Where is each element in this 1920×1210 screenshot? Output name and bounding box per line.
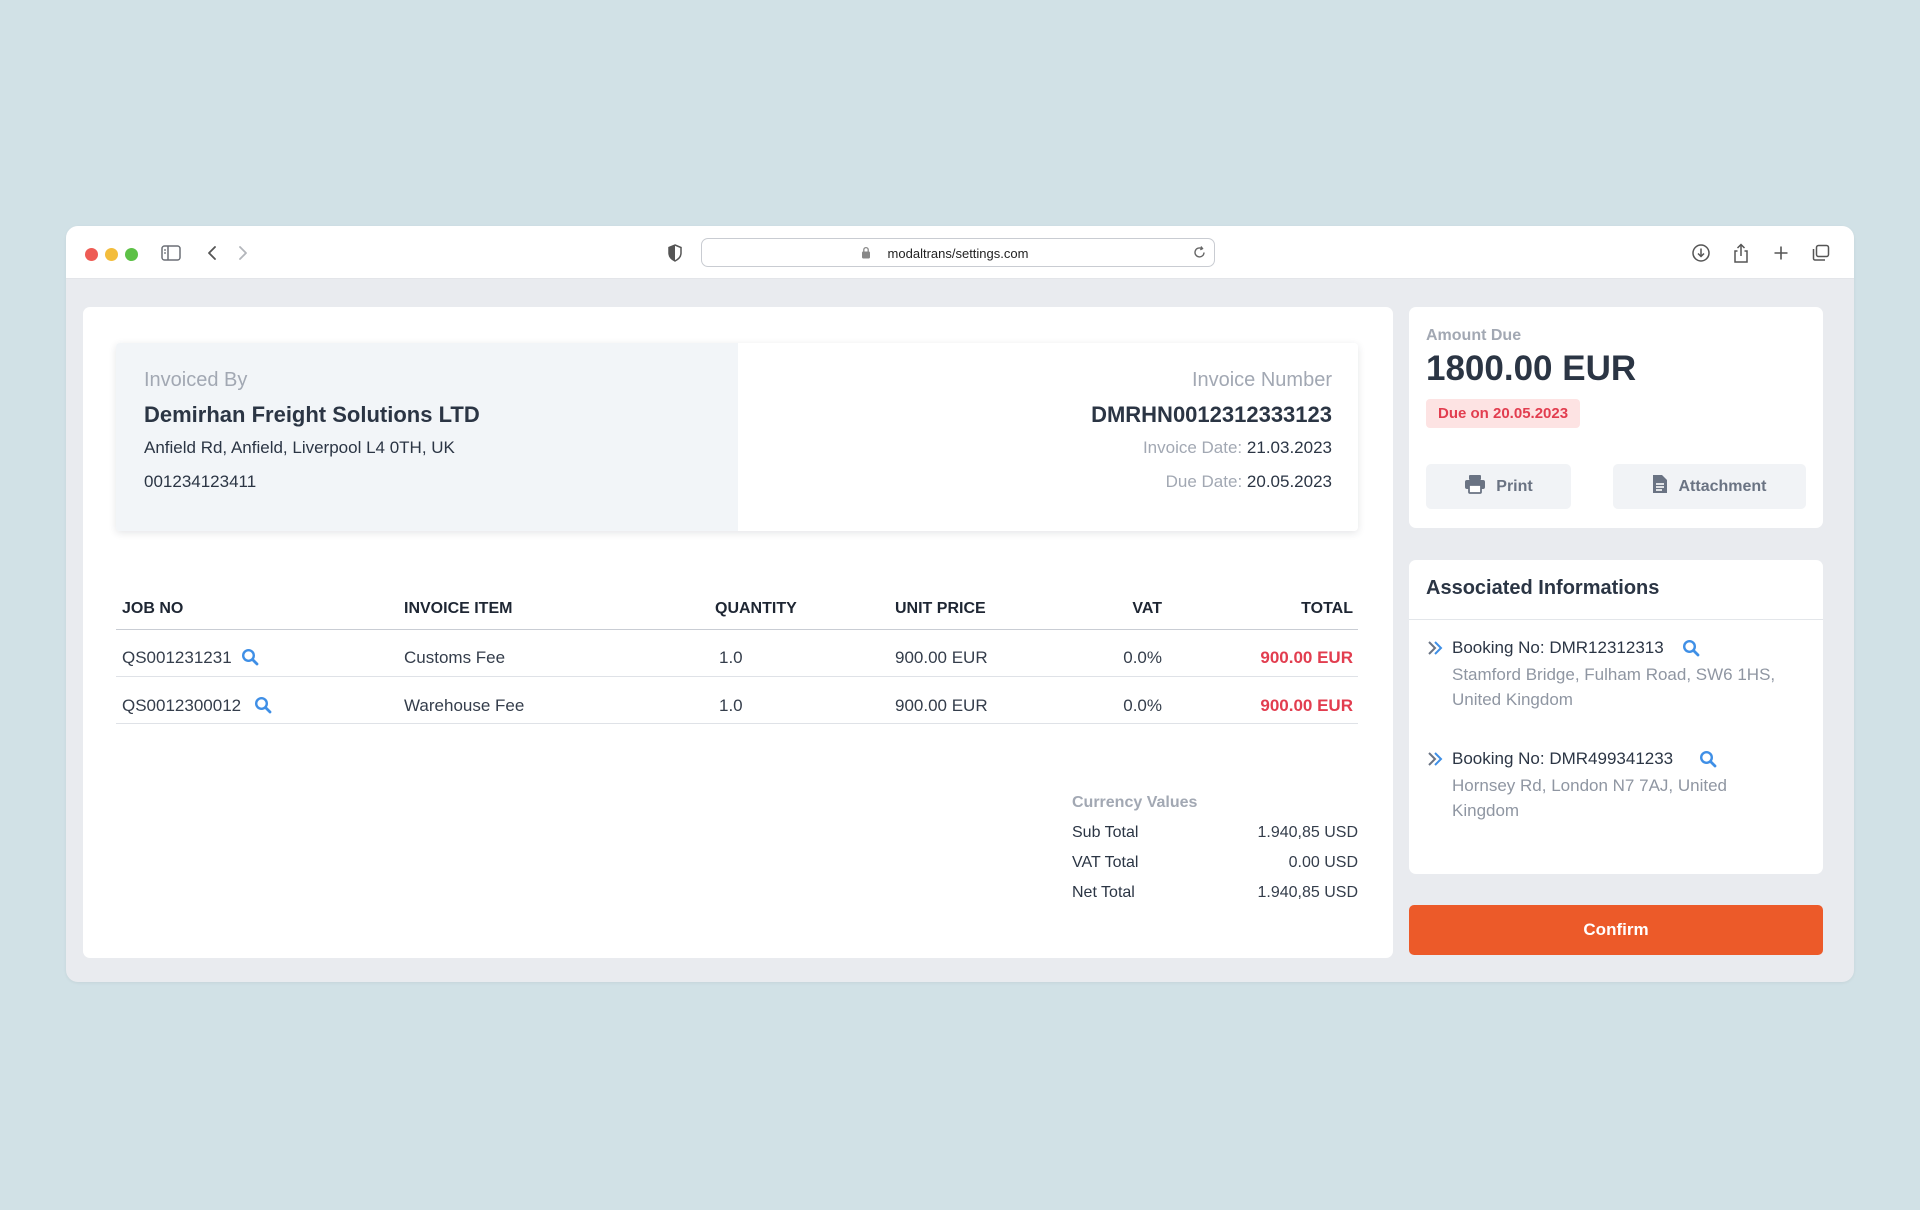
- due-date-value: 20.05.2023: [1246, 472, 1332, 491]
- booking-number: Booking No: DMR499341233: [1452, 749, 1674, 768]
- col-header-total: TOTAL: [1301, 600, 1353, 617]
- company-address: Anfield Rd, Anfield, Liverpool L4 0TH, U…: [144, 438, 455, 457]
- due-date-label: Due Date:: [1165, 472, 1243, 491]
- unit-price-cell: 900.00 EUR: [895, 696, 988, 715]
- invoice-header: Invoiced By Demirhan Freight Solutions L…: [116, 343, 1358, 531]
- table-header-divider: [116, 629, 1358, 630]
- company-name: Demirhan Freight Solutions LTD: [144, 402, 480, 427]
- associated-info-card: Associated Informations Booking No: DMR1…: [1409, 560, 1823, 874]
- printer-icon: [1464, 474, 1486, 499]
- booking-number: Booking No: DMR12312313: [1452, 638, 1664, 657]
- tab-overview-icon[interactable]: [1808, 241, 1834, 265]
- double-chevron-right-icon: [1426, 751, 1444, 772]
- associated-info-divider: [1409, 619, 1823, 620]
- vat-total-value: 0.00 USD: [1288, 854, 1358, 871]
- close-window-button[interactable]: [85, 248, 98, 261]
- url-text: modaltrans/settings.com: [887, 246, 1029, 261]
- search-icon[interactable]: [254, 696, 272, 719]
- download-icon[interactable]: [1688, 241, 1714, 265]
- invoice-item-cell: Customs Fee: [404, 648, 506, 667]
- net-total-label: Net Total: [1072, 884, 1135, 901]
- invoice-date-value: 21.03.2023: [1246, 438, 1332, 457]
- share-icon[interactable]: [1728, 241, 1754, 265]
- col-header-vat: VAT: [1132, 600, 1162, 617]
- col-header-invoice-item: INVOICE ITEM: [404, 600, 513, 617]
- quantity-cell: 1.0: [719, 648, 743, 667]
- minimize-window-button[interactable]: [105, 248, 118, 261]
- unit-price-cell: 900.00 EUR: [895, 648, 988, 667]
- net-total-value: 1.940,85 USD: [1257, 884, 1358, 901]
- amount-due-value: 1800.00 EUR: [1426, 349, 1637, 388]
- double-chevron-right-icon: [1426, 640, 1444, 661]
- forward-icon[interactable]: [230, 241, 256, 265]
- invoice-number-label: Invoice Number: [1191, 369, 1332, 391]
- job-no-cell: QS0012300012: [122, 696, 242, 715]
- vat-cell: 0.0%: [1123, 648, 1162, 667]
- print-button[interactable]: Print: [1426, 464, 1571, 509]
- booking-address: Stamford Bridge, Fulham Road, SW6 1HS, U…: [1452, 665, 1776, 709]
- invoice-number: DMRHN0012312333123: [1091, 402, 1332, 427]
- vat-total-label: VAT Total: [1072, 854, 1139, 871]
- maximize-window-button[interactable]: [125, 248, 138, 261]
- invoice-card: Invoiced By Demirhan Freight Solutions L…: [83, 307, 1393, 958]
- sidebar-toggle-icon[interactable]: [158, 241, 184, 265]
- document-icon: [1652, 474, 1668, 499]
- browser-toolbar: modaltrans/settings.com: [66, 226, 1854, 279]
- search-icon[interactable]: [241, 648, 259, 671]
- col-header-quantity: QUANTITY: [715, 600, 797, 617]
- col-header-job-no: JOB NO: [122, 600, 184, 617]
- new-tab-icon[interactable]: [1768, 241, 1794, 265]
- sub-total-value: 1.940,85 USD: [1257, 824, 1358, 841]
- job-no-cell: QS001231231: [122, 648, 232, 667]
- total-cell: 900.00 EUR: [1260, 696, 1353, 715]
- print-label: Print: [1496, 477, 1533, 495]
- associated-info-title: Associated Informations: [1426, 577, 1660, 599]
- amount-due-card: Amount Due 1800.00 EUR Due on 20.05.2023…: [1409, 307, 1823, 528]
- sub-total-label: Sub Total: [1072, 824, 1139, 841]
- due-date-badge: Due on 20.05.2023: [1426, 399, 1581, 428]
- row-divider: [116, 676, 1358, 677]
- company-phone: 001234123411: [144, 472, 257, 491]
- invoiced-by-panel: Invoiced By Demirhan Freight Solutions L…: [116, 343, 738, 531]
- confirm-button[interactable]: Confirm: [1409, 905, 1823, 955]
- search-icon[interactable]: [1699, 750, 1717, 773]
- browser-window: modaltrans/settings.com Invoiced By Demi…: [66, 226, 1854, 982]
- search-icon[interactable]: [1682, 639, 1700, 662]
- vat-cell: 0.0%: [1123, 696, 1162, 715]
- attachment-label: Attachment: [1678, 477, 1767, 495]
- privacy-shield-icon[interactable]: [662, 241, 688, 265]
- quantity-cell: 1.0: [719, 696, 743, 715]
- invoice-item-cell: Warehouse Fee: [404, 696, 525, 715]
- reload-icon[interactable]: [1192, 245, 1207, 265]
- total-cell: 900.00 EUR: [1260, 648, 1353, 667]
- col-header-unit-price: UNIT PRICE: [895, 600, 986, 617]
- invoice-number-panel: Invoice Number DMRHN0012312333123 Invoic…: [738, 343, 1358, 531]
- currency-values-heading: Currency Values: [1072, 794, 1198, 811]
- invoice-date: Invoice Date: 21.03.2023: [1143, 438, 1332, 458]
- address-bar[interactable]: modaltrans/settings.com: [701, 238, 1215, 267]
- row-divider: [116, 723, 1358, 724]
- attachment-button[interactable]: Attachment: [1613, 464, 1806, 509]
- back-icon[interactable]: [199, 241, 225, 265]
- invoice-date-label: Invoice Date:: [1142, 438, 1243, 457]
- invoiced-by-label: Invoiced By: [144, 369, 248, 391]
- due-date: Due Date: 20.05.2023: [1166, 472, 1332, 492]
- amount-due-label: Amount Due: [1426, 327, 1522, 344]
- booking-address: Hornsey Rd, London N7 7AJ, United Kingdo…: [1452, 776, 1727, 820]
